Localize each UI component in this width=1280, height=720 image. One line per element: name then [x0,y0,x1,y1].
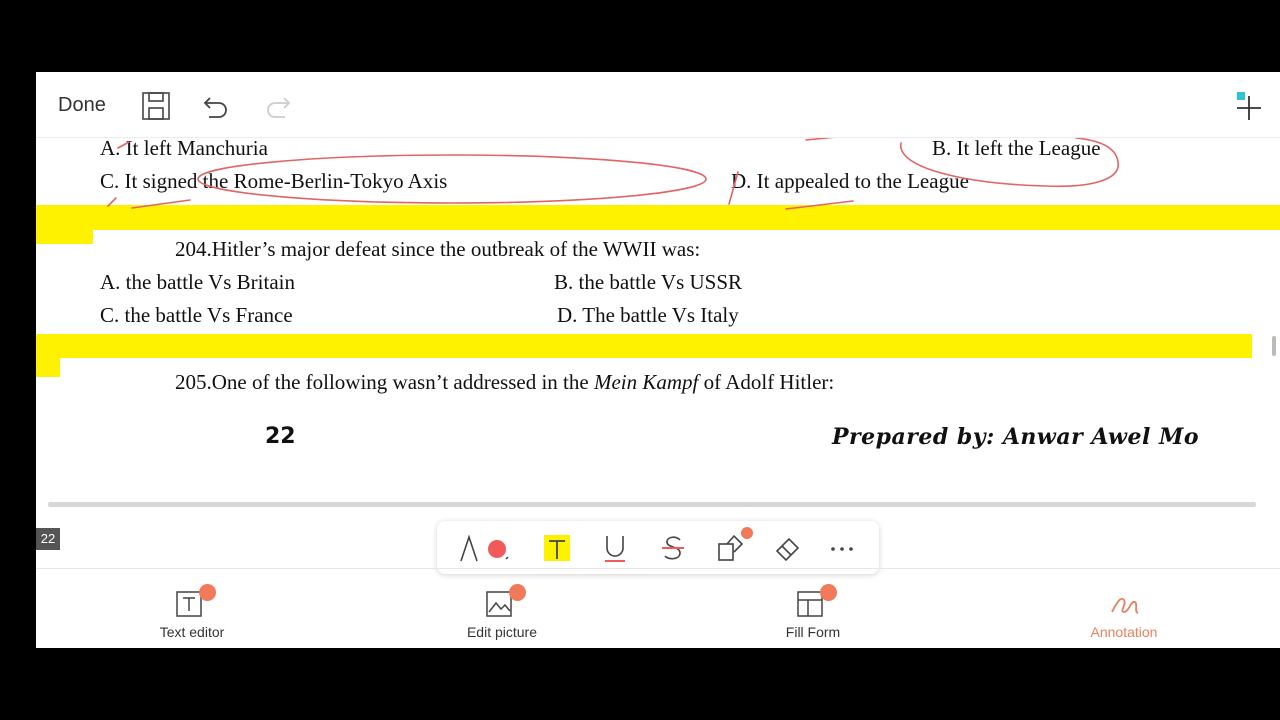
strikethrough-icon [662,536,684,560]
shapes-tool[interactable] [713,527,753,565]
nav-label: Text editor [159,624,225,640]
premium-badge-icon [199,584,216,601]
eraser-icon [775,537,800,562]
premium-badge-icon [741,527,753,539]
q205-question: 205.One of the following wasn’t addresse… [175,370,835,394]
underline-icon [605,536,625,562]
q203-option-a: A. It left Manchuria [100,136,268,160]
nav-annotation[interactable]: Annotation [1044,588,1204,640]
scrollbar-thumb[interactable] [1272,336,1276,356]
redo-icon[interactable] [262,90,294,122]
highlight-bar [36,228,93,244]
text-highlight-icon [544,535,570,561]
strikethrough-tool[interactable] [655,531,691,565]
nav-text-editor[interactable]: Text editor [112,584,272,640]
more-tool[interactable] [825,531,861,565]
document-page: A. It left Manchuria B. It left the Leag… [36,136,1280,578]
q204-option-d: D. The battle Vs Italy [557,303,739,327]
add-icon[interactable] [1233,90,1265,122]
fill-form-icon [796,584,837,618]
q204-question: 204.Hitler’s major defeat since the outb… [175,237,701,261]
underline-tool[interactable] [597,531,633,565]
premium-badge-icon [509,584,526,601]
nav-label: Annotation [1090,624,1158,640]
eraser-tool[interactable] [769,531,805,565]
highlight-bar [36,356,60,377]
annotation-toolbar [437,521,879,574]
save-icon[interactable] [140,90,172,122]
top-bar: Done [36,72,1280,138]
q204-option-a: A. the battle Vs Britain [100,270,295,294]
more-icon [831,547,853,551]
underline-stroke [805,138,835,141]
highlight-bar [36,334,1252,358]
bottom-divider [36,568,1280,569]
page-indicator-badge: 22 [36,528,60,550]
q204-option-c: C. the battle Vs France [100,303,293,327]
nav-fill-form[interactable]: Fill Form [733,584,893,640]
pen-tool[interactable] [455,531,513,565]
q203-option-d: D. It appealed to the League [731,169,969,193]
q204-option-b: B. the battle Vs USSR [554,270,743,294]
pen-annotations [107,138,1119,210]
q203-option-b: B. It left the League [932,136,1101,160]
top-divider [36,137,1280,138]
document-page-number: 22 [265,424,296,449]
premium-badge-icon [820,584,837,601]
edit-picture-icon [485,584,526,618]
undo-icon[interactable] [200,90,232,122]
prepared-by-signature: Prepared by: Anwar Awel Mo [832,424,1200,450]
annotation-icon [1107,588,1141,618]
text-editor-icon [175,584,216,618]
nav-edit-picture[interactable]: Edit picture [422,584,582,640]
nav-label: Edit picture [466,624,538,640]
nav-label: Fill Form [785,624,841,640]
highlight-bar [36,205,1280,230]
page-bottom-edge [48,502,1256,507]
pdf-viewer-screen: Done A. It left Manchuria B. It left the… [36,72,1280,648]
q205-book-title: Mein Kampf [593,370,699,394]
text-highlight-tool[interactable] [539,531,575,565]
pen-icon [460,534,509,562]
done-button[interactable]: Done [58,94,106,117]
q203-option-c: C. It signed the Rome-Berlin-Tokyo Axis [100,169,448,193]
